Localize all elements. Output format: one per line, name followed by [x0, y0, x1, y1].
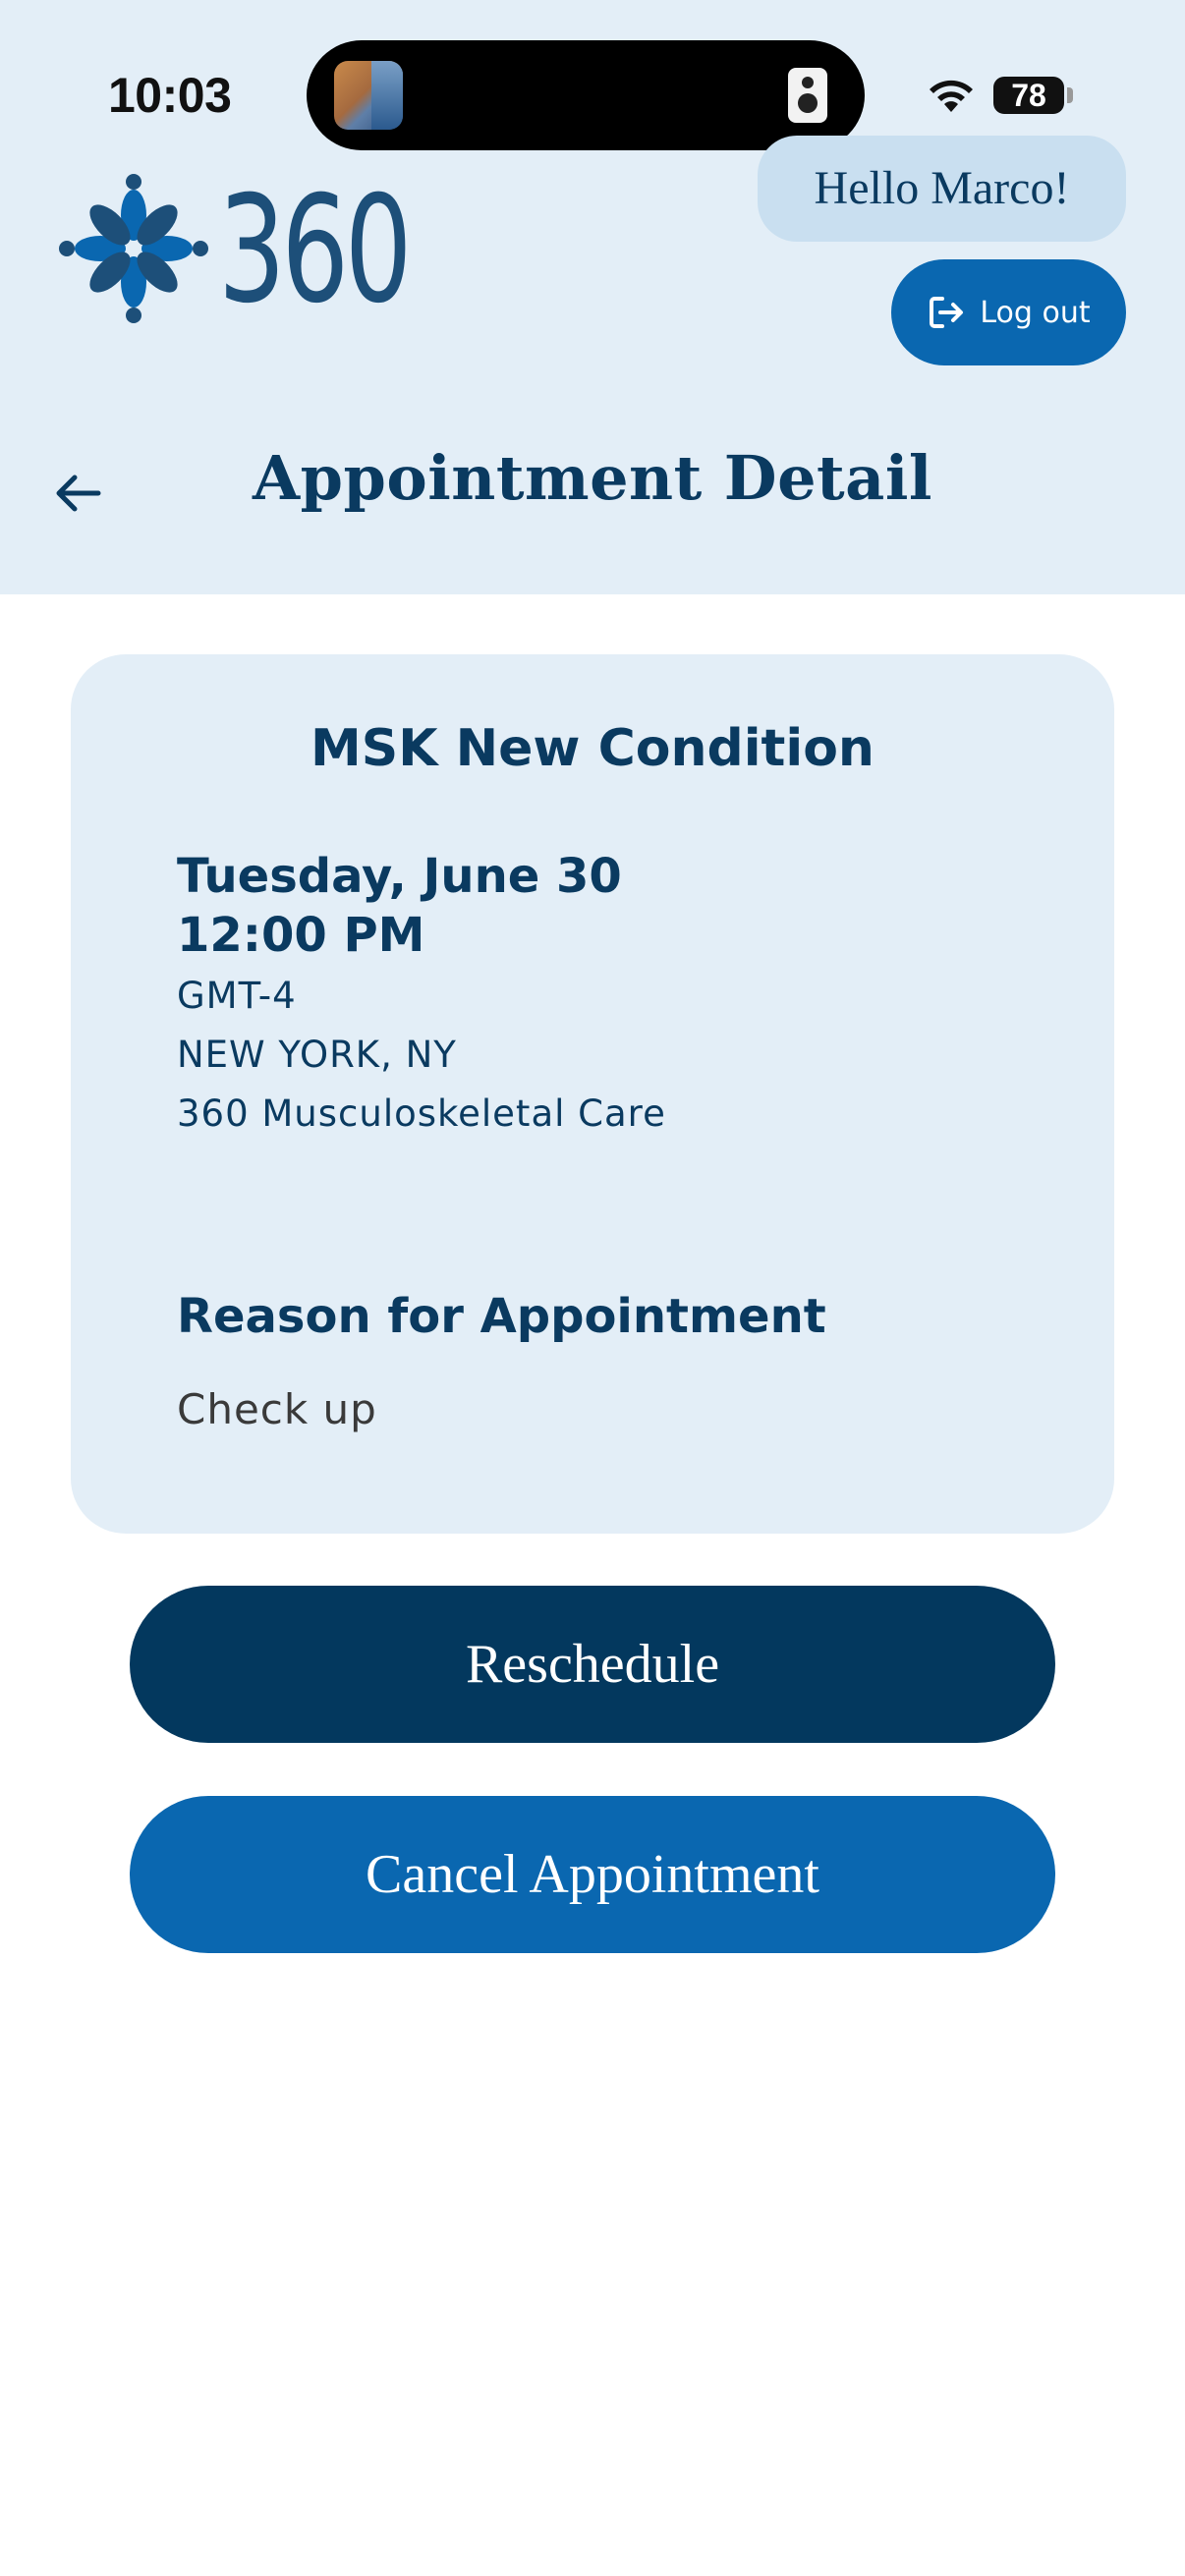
- logout-icon: [930, 297, 964, 328]
- appointment-date: Tuesday, June 30: [177, 849, 622, 904]
- battery-tip-icon: [1067, 87, 1073, 103]
- appointment-time: 12:00 PM: [177, 908, 425, 963]
- speaker-icon: [788, 68, 827, 123]
- dynamic-island: [307, 40, 865, 150]
- reason-heading: Reason for Appointment: [177, 1289, 826, 1344]
- reason-text: Check up: [177, 1385, 377, 1433]
- cancel-appointment-button[interactable]: Cancel Appointment: [130, 1796, 1055, 1953]
- logout-label: Log out: [980, 295, 1091, 330]
- appointment-city: NEW YORK, NY: [177, 1034, 457, 1076]
- appointment-clinic: 360 Musculoskeletal Care: [177, 1092, 666, 1135]
- logo-text: 360: [218, 165, 413, 336]
- status-time: 10:03: [108, 68, 232, 123]
- appointment-card: MSK New Condition Tuesday, June 30 12:00…: [71, 654, 1114, 1534]
- header: 10:03 78 360 Hello Marco! Log out Appoin…: [0, 0, 1185, 594]
- battery-indicator: 78: [993, 77, 1064, 114]
- greeting-badge: Hello Marco!: [758, 136, 1126, 242]
- now-playing-thumbnail[interactable]: [334, 61, 403, 130]
- page-title: Appointment Detail: [253, 442, 932, 514]
- reschedule-button[interactable]: Reschedule: [130, 1586, 1055, 1743]
- logout-button[interactable]: Log out: [891, 259, 1126, 365]
- appointment-timezone: GMT-4: [177, 975, 297, 1017]
- appointment-type: MSK New Condition: [310, 719, 875, 778]
- wifi-icon: [930, 80, 973, 112]
- logo-flower-icon: [59, 174, 208, 323]
